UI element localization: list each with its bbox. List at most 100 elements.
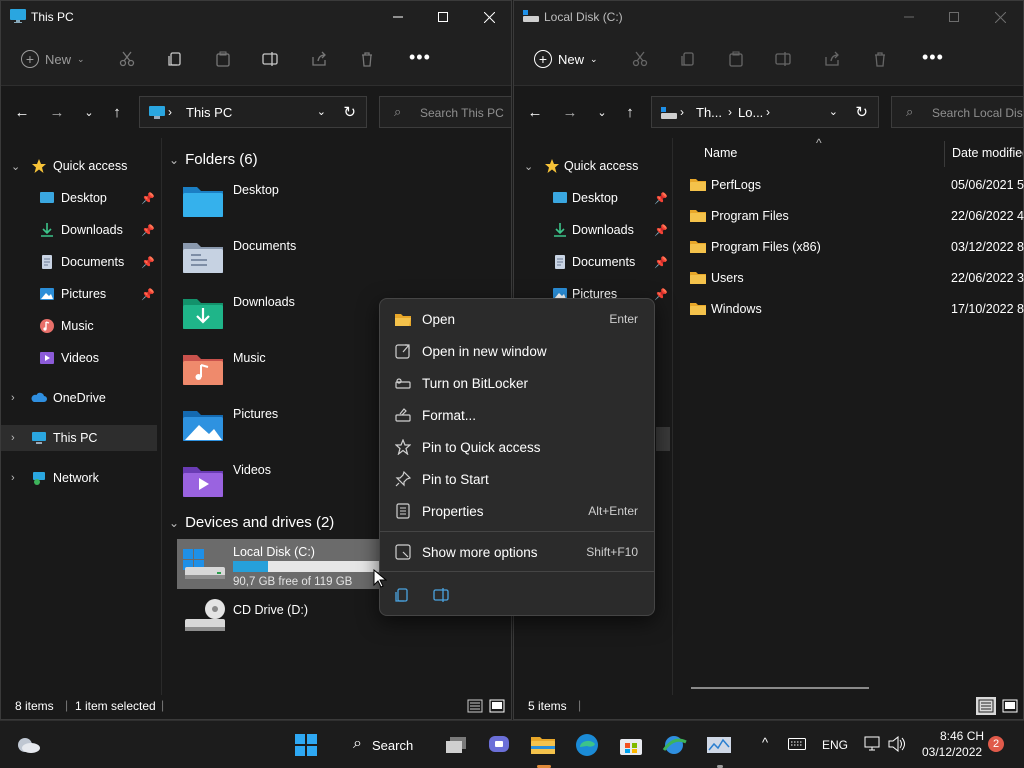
drives-group-header[interactable]: ⌄ Devices and drives (2) bbox=[169, 514, 334, 531]
maximize-button[interactable] bbox=[931, 1, 977, 33]
back-arrow-icon[interactable]: ← bbox=[527, 104, 543, 121]
edge-browser-icon[interactable] bbox=[573, 731, 601, 759]
list-item[interactable]: Program Files 22/06/2022 4:3 bbox=[690, 203, 1024, 229]
folder-desktop[interactable]: Desktop bbox=[181, 183, 381, 233]
delete-icon[interactable] bbox=[870, 49, 890, 69]
start-button-windows-icon[interactable] bbox=[292, 731, 320, 759]
folders-group-header[interactable]: ⌄ Folders (6) bbox=[169, 151, 258, 168]
address-bar[interactable]: › This PC ⌄ ↻ bbox=[139, 96, 367, 128]
notification-badge[interactable]: 2 bbox=[988, 736, 1004, 752]
rename-icon[interactable] bbox=[432, 583, 452, 607]
show-hidden-icons-chevron-icon[interactable]: ^ bbox=[762, 735, 768, 750]
sidebar-item-pictures[interactable]: Pictures 📌 bbox=[1, 281, 157, 307]
delete-icon[interactable] bbox=[357, 49, 377, 69]
maximize-button[interactable] bbox=[420, 1, 466, 33]
minimize-button[interactable] bbox=[886, 1, 932, 33]
details-view-button[interactable] bbox=[976, 697, 996, 715]
forward-arrow-icon[interactable]: → bbox=[562, 104, 578, 121]
minimize-button[interactable] bbox=[375, 1, 421, 33]
menu-item-show-more-options[interactable]: Show more options Shift+F10 bbox=[384, 537, 650, 567]
sidebar-item-downloads[interactable]: Downloads 📌 bbox=[514, 217, 670, 243]
address-dropdown-icon[interactable]: ⌄ bbox=[829, 105, 838, 118]
folder-documents[interactable]: Documents bbox=[181, 239, 381, 289]
drive-cd-d[interactable]: CD Drive (D:) bbox=[177, 595, 387, 645]
column-divider[interactable] bbox=[944, 141, 945, 167]
folder-downloads[interactable]: Downloads bbox=[181, 295, 381, 345]
large-icons-view-icon[interactable] bbox=[489, 699, 505, 713]
menu-item-turn-on-bitlocker[interactable]: Turn on BitLocker bbox=[384, 368, 650, 398]
sidebar-item-quick-access[interactable]: ⌄ Quick access bbox=[514, 153, 670, 179]
network-status-icon[interactable] bbox=[864, 736, 880, 752]
clock-time[interactable]: 8:46 CH bbox=[940, 729, 984, 743]
sidebar-item-onedrive[interactable]: › OneDrive bbox=[1, 385, 157, 411]
sidebar-item-videos[interactable]: Videos bbox=[1, 345, 157, 371]
folder-pictures[interactable]: Pictures bbox=[181, 407, 381, 457]
weather-widget-icon[interactable] bbox=[14, 731, 42, 759]
paste-icon[interactable] bbox=[213, 49, 233, 69]
address-dropdown-icon[interactable]: ⌄ bbox=[317, 105, 326, 118]
volume-icon[interactable] bbox=[888, 736, 906, 752]
task-view-icon[interactable] bbox=[442, 731, 470, 759]
new-button[interactable]: + New ⌄ bbox=[13, 44, 93, 74]
list-item[interactable]: Windows 17/10/2022 8:5 bbox=[690, 296, 1024, 322]
file-explorer-taskbar-icon[interactable] bbox=[529, 731, 557, 759]
sidebar-item-music[interactable]: Music bbox=[1, 313, 157, 339]
title-bar[interactable]: This PC bbox=[1, 1, 511, 33]
sidebar-item-network[interactable]: › Network bbox=[1, 465, 157, 491]
refresh-icon[interactable]: ↻ bbox=[855, 103, 868, 121]
sidebar-item-this-pc[interactable]: › This PC bbox=[1, 425, 157, 451]
sidebar-item-downloads[interactable]: Downloads 📌 bbox=[1, 217, 157, 243]
up-arrow-icon[interactable]: ↑ bbox=[622, 104, 638, 121]
paste-icon[interactable] bbox=[726, 49, 746, 69]
cut-icon[interactable] bbox=[630, 49, 650, 69]
details-view-icon[interactable] bbox=[467, 699, 483, 713]
rename-icon[interactable] bbox=[261, 49, 281, 69]
search-box[interactable]: ⌕ Search This PC bbox=[379, 96, 511, 128]
sidebar-item-quick-access[interactable]: ⌄ Quick access bbox=[1, 153, 157, 179]
breadcrumb-this-pc[interactable]: This PC bbox=[186, 105, 232, 120]
search-box[interactable]: ⌕ Search Local Disk bbox=[891, 96, 1023, 128]
list-item[interactable]: Program Files (x86) 03/12/2022 8:4 bbox=[690, 234, 1024, 260]
pane-divider[interactable] bbox=[672, 138, 673, 695]
chevron-collapsed-icon[interactable]: › bbox=[11, 392, 15, 404]
breadcrumb-this-pc[interactable]: Th... bbox=[696, 105, 722, 120]
rename-icon[interactable] bbox=[774, 49, 794, 69]
chevron-collapsed-icon[interactable]: › bbox=[11, 472, 15, 484]
sidebar-item-desktop[interactable]: Desktop 📌 bbox=[514, 185, 670, 211]
menu-item-open[interactable]: Open Enter bbox=[384, 304, 650, 334]
sidebar-item-desktop[interactable]: Desktop 📌 bbox=[1, 185, 157, 211]
forward-arrow-icon[interactable]: → bbox=[49, 104, 65, 121]
teams-chat-icon[interactable] bbox=[485, 731, 513, 759]
pane-divider[interactable] bbox=[161, 138, 162, 695]
more-options-icon[interactable]: ••• bbox=[409, 47, 431, 68]
copy-icon[interactable] bbox=[165, 49, 185, 69]
taskbar-search-button[interactable]: ⌕ Search bbox=[345, 730, 431, 760]
list-item[interactable]: Users 22/06/2022 3:4 bbox=[690, 265, 1024, 291]
resource-monitor-icon[interactable] bbox=[705, 731, 733, 759]
chevron-expanded-icon[interactable]: ⌄ bbox=[11, 160, 20, 173]
breadcrumb-local-disk[interactable]: Lo... bbox=[738, 105, 763, 120]
folder-videos[interactable]: Videos bbox=[181, 463, 381, 513]
column-header-name[interactable]: Name bbox=[704, 146, 737, 160]
folder-music[interactable]: Music bbox=[181, 351, 381, 401]
list-item[interactable]: PerfLogs 05/06/2021 5: bbox=[690, 172, 1024, 198]
input-language[interactable]: ENG bbox=[822, 738, 848, 752]
horizontal-scrollbar[interactable] bbox=[691, 687, 869, 689]
refresh-icon[interactable]: ↻ bbox=[343, 103, 356, 121]
touch-keyboard-icon[interactable] bbox=[788, 738, 806, 750]
large-icons-view-icon[interactable] bbox=[1002, 699, 1018, 713]
address-bar[interactable]: › Th... › Lo... › ⌄ ↻ bbox=[651, 96, 879, 128]
up-arrow-icon[interactable]: ↑ bbox=[109, 104, 125, 121]
copy-icon[interactable] bbox=[392, 583, 412, 607]
close-button[interactable] bbox=[977, 1, 1023, 33]
sidebar-item-documents[interactable]: Documents 📌 bbox=[514, 249, 670, 275]
menu-item-properties[interactable]: Properties Alt+Enter bbox=[384, 496, 650, 526]
cut-icon[interactable] bbox=[117, 49, 137, 69]
microsoft-store-icon[interactable] bbox=[617, 731, 645, 759]
new-button[interactable]: + New ⌄ bbox=[526, 44, 606, 74]
chevron-collapsed-icon[interactable]: › bbox=[11, 432, 15, 444]
menu-item-format[interactable]: Format... bbox=[384, 400, 650, 430]
recent-locations-chevron-icon[interactable]: ⌄ bbox=[81, 104, 97, 120]
title-bar[interactable]: Local Disk (C:) bbox=[514, 1, 1023, 33]
share-icon[interactable] bbox=[822, 49, 842, 69]
